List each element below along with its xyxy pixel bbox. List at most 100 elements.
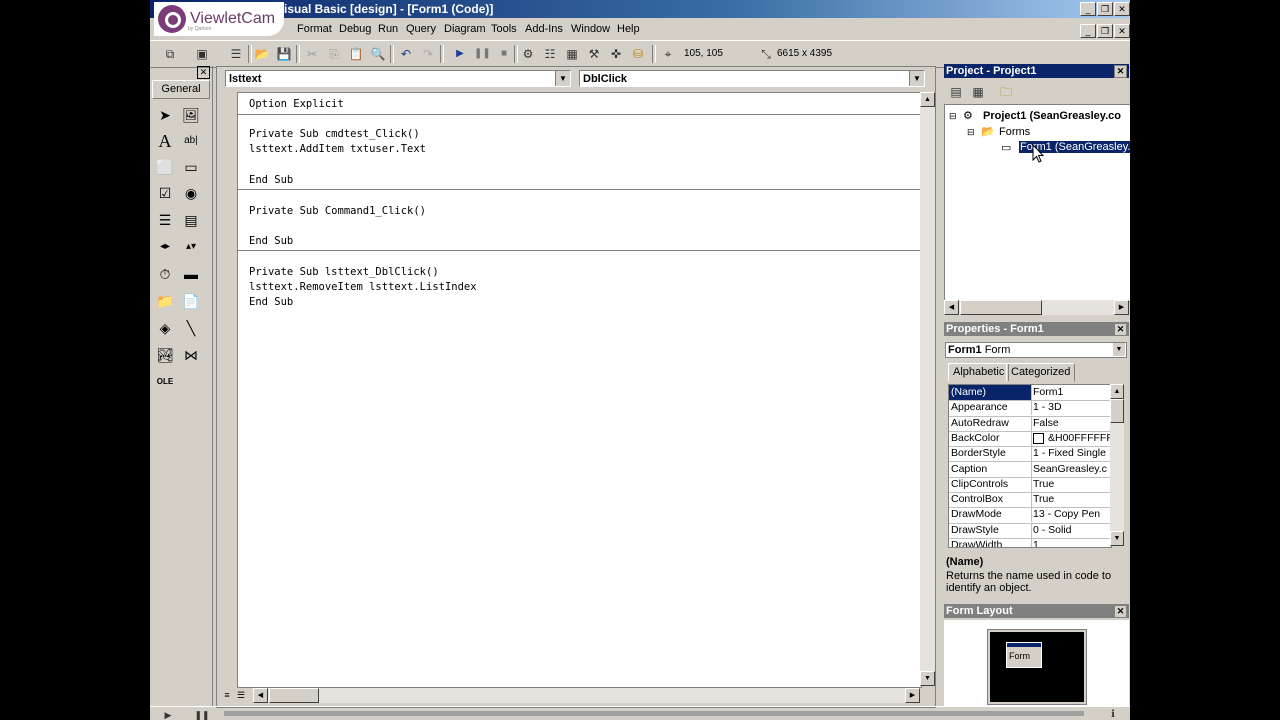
mdi-restore-button[interactable]: ❐ [1097, 24, 1113, 38]
playback-progress[interactable] [224, 711, 1084, 716]
combobox-tool-icon[interactable]: ☰ [154, 209, 176, 231]
minimize-button[interactable]: _ [1080, 2, 1096, 16]
open-project-icon[interactable]: 📂 [254, 46, 270, 62]
procedure-view-icon[interactable]: ≡ [221, 689, 233, 701]
property-row[interactable]: Appearance 1 - 3D [949, 400, 1111, 417]
property-row[interactable]: ClipControls True [949, 476, 1111, 494]
scroll-down-icon[interactable]: ▼ [1110, 531, 1124, 546]
property-value[interactable]: True [1033, 477, 1111, 492]
property-value[interactable]: True [1033, 492, 1111, 507]
menu-add-ins[interactable]: Add-Ins [525, 23, 563, 35]
code-line[interactable]: Private Sub Command1_Click() [249, 204, 426, 219]
tree-project-root[interactable]: Project1 (SeanGreasley.co [983, 110, 1121, 122]
scroll-thumb[interactable] [960, 300, 1042, 315]
tree-forms-folder[interactable]: Forms [999, 126, 1030, 138]
listbox-tool-icon[interactable]: ▤ [180, 209, 202, 231]
property-row[interactable]: BackColor &H00FFFFFF [949, 430, 1111, 448]
property-row[interactable]: Caption SeanGreasley.c [949, 461, 1111, 478]
label-tool-icon[interactable]: A [154, 130, 176, 152]
hscrollbar-tool-icon[interactable]: ◂▸ [154, 236, 176, 258]
scroll-right-icon[interactable]: ▶ [905, 688, 920, 703]
close-icon[interactable]: ✕ [1114, 323, 1127, 336]
undo-icon[interactable]: ↶ [398, 46, 414, 62]
property-value[interactable]: 1 - 3D [1033, 400, 1111, 415]
toolbox-close-icon[interactable]: ✕ [197, 66, 210, 79]
property-row[interactable]: AutoRedraw False [949, 415, 1111, 432]
checkbox-tool-icon[interactable]: ☑ [154, 182, 176, 204]
object-combo[interactable]: lsttext ▼ [225, 70, 571, 87]
ole-tool-icon[interactable]: OLE [154, 371, 176, 393]
textbox-tool-icon[interactable]: ab| [180, 130, 202, 152]
commandbutton-tool-icon[interactable]: ▭ [180, 156, 202, 178]
optionbutton-tool-icon[interactable]: ◉ [180, 182, 202, 204]
line-tool-icon[interactable]: ╲ [180, 317, 202, 339]
properties-vertical-scrollbar[interactable]: ▲ ▼ [1110, 384, 1124, 546]
view-code-icon[interactable]: ▤ [948, 84, 964, 100]
timer-tool-icon[interactable]: ⏱ [154, 263, 176, 285]
shape-tool-icon[interactable]: ◈ [154, 317, 176, 339]
tab-alphabetic[interactable]: Alphabetic [948, 363, 1010, 382]
dirlistbox-tool-icon[interactable]: 📁 [154, 290, 176, 312]
toolbox-tab-general[interactable]: General [152, 80, 210, 99]
menu-window[interactable]: Window [571, 23, 610, 35]
full-module-view-icon[interactable]: ☰ [235, 689, 247, 701]
redo-icon[interactable]: ↷ [420, 46, 436, 62]
properties-object-combo[interactable]: Form1 Form ▼ [945, 342, 1127, 358]
chevron-down-icon[interactable]: ▼ [1113, 343, 1125, 356]
code-line[interactable]: End Sub [249, 295, 293, 310]
project-horizontal-scrollbar[interactable]: ◀ ▶ [944, 300, 1129, 315]
collapse-icon[interactable]: ⊟ [967, 127, 975, 138]
property-value[interactable]: 1 [1033, 538, 1111, 547]
image-tool-icon[interactable]: 🏞 [154, 344, 176, 366]
form-position-preview[interactable]: Form [1006, 642, 1042, 668]
pause-icon[interactable]: ❚❚ [194, 707, 210, 720]
scroll-thumb[interactable] [269, 688, 319, 703]
code-line[interactable]: lsttext.RemoveItem lsttext.ListIndex [249, 280, 477, 295]
code-vertical-scrollbar[interactable]: ▲ ▼ [920, 92, 935, 686]
menu-tools[interactable]: Tools [491, 23, 517, 35]
property-value[interactable]: 0 - Solid [1033, 523, 1111, 538]
find-icon[interactable]: 🔍 [370, 46, 386, 62]
close-icon[interactable]: ✕ [1114, 605, 1127, 618]
drivelistbox-tool-icon[interactable]: ▬ [180, 263, 202, 285]
close-icon[interactable]: ✕ [1114, 65, 1127, 78]
code-line[interactable]: Option Explicit [249, 97, 344, 112]
scroll-left-icon[interactable]: ◀ [944, 300, 959, 315]
menu-help[interactable]: Help [617, 23, 640, 35]
code-editor[interactable]: Option Explicit Private Sub cmdtest_Clic… [237, 92, 922, 688]
end-icon[interactable]: ■ [496, 46, 512, 62]
scroll-thumb[interactable] [1110, 399, 1124, 423]
start-icon[interactable]: ▶ [452, 46, 468, 62]
chevron-down-icon[interactable]: ▼ [555, 71, 570, 86]
menu-query[interactable]: Query [406, 23, 436, 35]
code-line[interactable]: End Sub [249, 173, 293, 188]
data-view-icon[interactable]: ⛁ [630, 46, 646, 62]
property-row[interactable]: DrawWidth 1 [949, 538, 1111, 547]
code-line[interactable]: lsttext.AddItem txtuser.Text [249, 142, 426, 157]
picturebox-tool-icon[interactable]: 🖼 [180, 104, 202, 126]
close-button[interactable]: ✕ [1114, 2, 1130, 16]
property-row[interactable]: DrawMode 13 - Copy Pen [949, 507, 1111, 524]
code-line[interactable]: End Sub [249, 234, 293, 249]
property-value[interactable]: False [1033, 416, 1111, 431]
scroll-right-icon[interactable]: ▶ [1114, 300, 1129, 315]
scroll-down-icon[interactable]: ▼ [920, 671, 935, 686]
code-horizontal-scrollbar[interactable]: ◀ ▶ [253, 688, 920, 703]
property-row[interactable]: DrawStyle 0 - Solid [949, 522, 1111, 539]
property-row[interactable]: BorderStyle 1 - Fixed Single [949, 446, 1111, 463]
properties-window-icon[interactable]: ☷ [542, 46, 558, 62]
view-object-icon[interactable]: ▦ [970, 84, 986, 100]
frame-tool-icon[interactable]: ⬜ [154, 156, 176, 178]
property-value[interactable]: 13 - Copy Pen [1033, 507, 1111, 522]
tab-categorized[interactable]: Categorized [1006, 363, 1076, 382]
break-icon[interactable]: ❚❚ [474, 46, 491, 62]
add-form-icon[interactable]: ▣ [194, 46, 210, 62]
chevron-down-icon[interactable]: ▼ [909, 71, 924, 86]
filelistbox-tool-icon[interactable]: 📄 [180, 290, 202, 312]
code-line[interactable]: Private Sub lsttext_DblClick() [249, 265, 439, 280]
form-layout-icon[interactable]: ▦ [564, 46, 580, 62]
copy-icon[interactable]: ⎘ [326, 46, 342, 62]
toggle-folders-icon[interactable]: 🗀 [998, 84, 1014, 100]
play-icon[interactable]: ▶ [160, 707, 176, 720]
pointer-tool-icon[interactable]: ➤ [154, 104, 176, 126]
